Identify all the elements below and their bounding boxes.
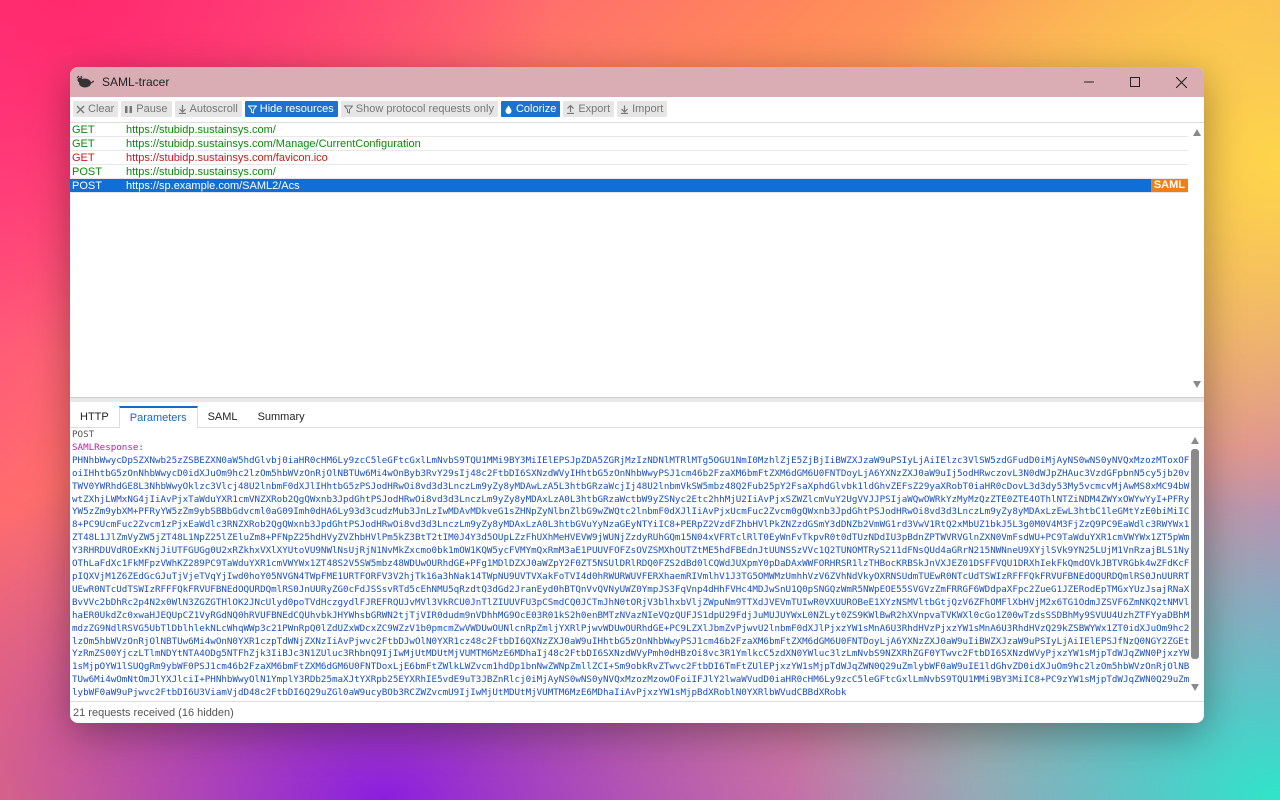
scroll-up-icon[interactable] [1191,437,1199,444]
param-name: SAMLResponse: [72,441,144,453]
param-value: PHNhbWwycDpSZXNwb25zZSBEZXN0aW5hdGlvbj0i… [72,454,1190,699]
arrow-down-icon [178,104,186,114]
colorize-button[interactable]: Colorize [500,101,561,117]
request-row-selected[interactable]: POST https://sp.example.com/SAML2/Acs SA… [70,179,1188,193]
drop-icon [505,105,512,114]
toolbar: Clear Pause Autoscroll Hide resources Sh… [70,97,1204,121]
filter-icon [247,105,257,114]
scroll-up-icon[interactable] [1193,129,1201,136]
hide-resources-button[interactable]: Hide resources [244,101,338,117]
request-row[interactable]: POST https://stubidp.sustainsys.com/ [70,165,1188,179]
autoscroll-label: Autoscroll [189,103,238,115]
maximize-icon [1130,77,1140,87]
request-url: https://sp.example.com/SAML2/Acs [126,179,300,192]
window-title: SAML-tracer [102,75,170,89]
import-button[interactable]: Import [617,101,668,117]
request-row[interactable]: GET https://stubidp.sustainsys.com/ [70,123,1188,137]
request-method: POST [72,179,102,192]
autoscroll-button[interactable]: Autoscroll [174,101,242,117]
hide-resources-label: Hide resources [259,103,334,115]
tab-summary[interactable]: Summary [248,411,315,427]
close-button[interactable] [1158,67,1204,97]
request-list-scrollbar[interactable] [1190,129,1204,389]
scroll-down-icon[interactable] [1193,381,1201,388]
status-text: 21 requests received (16 hidden) [73,706,234,719]
scroll-thumb[interactable] [1191,449,1199,659]
show-protocol-button[interactable]: Show protocol requests only [340,101,498,117]
request-method: GET [72,137,95,150]
parameters-panel: POST SAMLResponse: PHNhbWwycDpSZXNwb25zZ… [70,429,1192,701]
tracer-logo-icon [76,75,94,88]
status-bar: 21 requests received (16 hidden) [70,701,1204,723]
minimize-icon [1084,81,1094,83]
tab-saml[interactable]: SAML [198,411,248,427]
clear-button[interactable]: Clear [73,101,119,117]
import-label: Import [632,103,664,115]
request-url: https://stubidp.sustainsys.com/Manage/Cu… [126,137,421,150]
saml-badge: SAML [1150,179,1188,192]
saml-tracer-window: SAML-tracer Clear Pause Autoscroll Hide … [70,67,1204,723]
pause-label: Pause [136,103,168,115]
upload-icon [567,104,575,114]
request-method: GET [72,123,95,136]
title-bar: SAML-tracer [70,67,1204,97]
filter-icon [343,105,353,114]
request-method: GET [72,151,95,164]
scroll-down-icon[interactable] [1191,684,1199,691]
tab-http[interactable]: HTTP [70,411,119,427]
pause-button[interactable]: Pause [121,101,172,117]
minimize-button[interactable] [1066,67,1112,97]
request-method: POST [72,165,102,178]
clear-label: Clear [88,103,115,115]
request-url: https://stubidp.sustainsys.com/ [126,123,276,136]
show-protocol-label: Show protocol requests only [355,103,494,115]
request-row[interactable]: GET https://stubidp.sustainsys.com/Manag… [70,137,1188,151]
download-icon [621,105,629,114]
detail-scrollbar[interactable] [1190,433,1200,695]
tab-parameters[interactable]: Parameters [118,406,198,428]
close-icon [1175,76,1187,88]
clear-icon [76,105,85,113]
detail-method: POST [72,429,95,440]
request-row[interactable]: GET https://stubidp.sustainsys.com/favic… [70,151,1188,165]
export-label: Export [578,103,611,115]
maximize-button[interactable] [1112,67,1158,97]
request-url: https://stubidp.sustainsys.com/ [126,165,276,178]
pause-icon [125,105,133,113]
request-url: https://stubidp.sustainsys.com/favicon.i… [126,151,328,164]
colorize-label: Colorize [515,103,557,115]
export-button[interactable]: Export [563,101,615,117]
pane-splitter[interactable] [70,397,1204,402]
detail-tabs: HTTP Parameters SAML Summary [70,405,1204,428]
